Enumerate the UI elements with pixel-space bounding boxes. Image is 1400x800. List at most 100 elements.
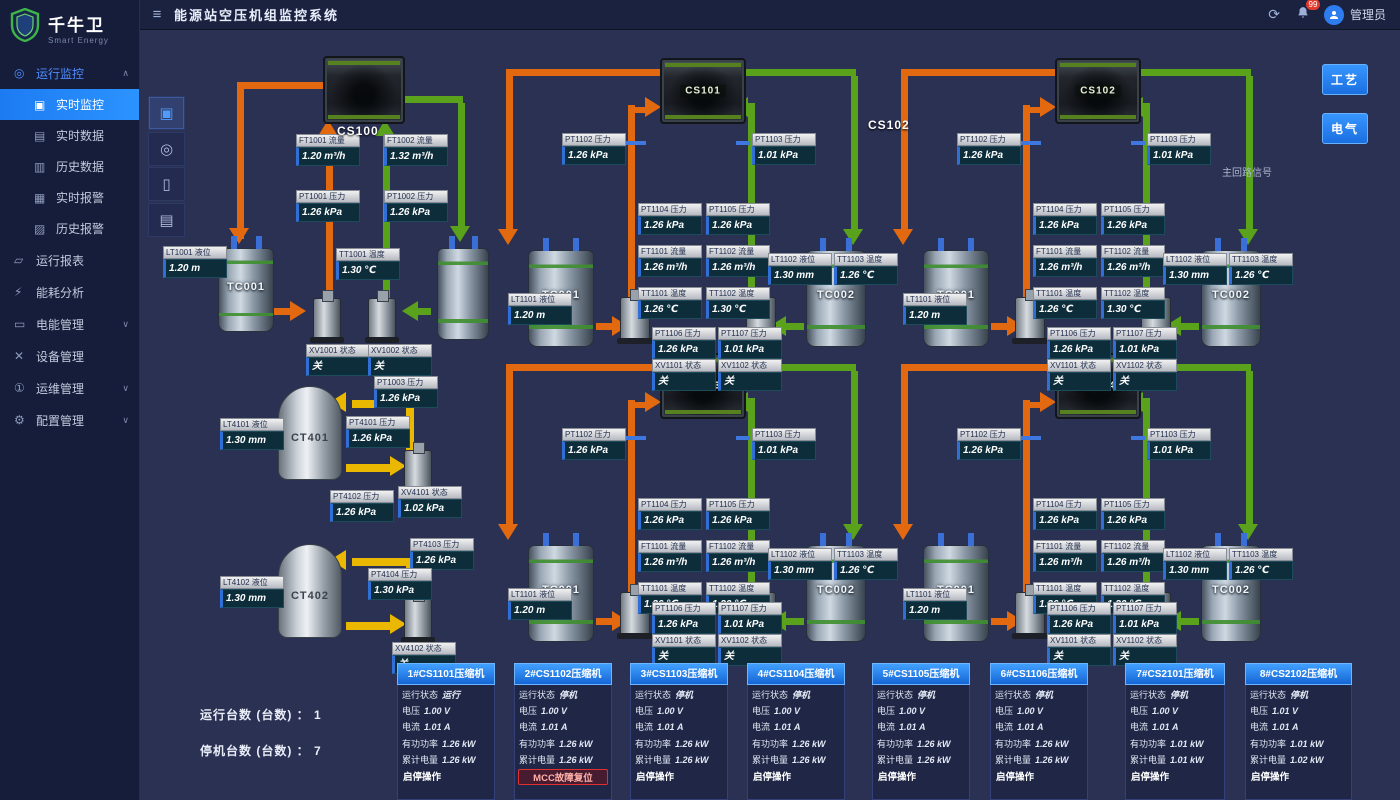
bullet-ct401[interactable]: CT401 — [278, 386, 342, 480]
sidebar-item-实时监控[interactable]: ▣实时监控 — [0, 89, 139, 120]
valve[interactable] — [368, 298, 396, 340]
view-button-电气[interactable]: 电气 — [1322, 113, 1368, 144]
start-stop-button[interactable]: 启停操作 — [401, 769, 491, 783]
tool-compressor-button[interactable]: ◎ — [148, 132, 185, 166]
panel-row-value: 1.01 A — [1152, 722, 1179, 732]
instrument-label: PT1105 压力1.26 kPa — [1101, 203, 1165, 235]
compressor[interactable] — [323, 56, 405, 124]
valve[interactable] — [404, 598, 432, 640]
instrument-tag: PT4103 压力 — [410, 538, 474, 551]
avatar[interactable] — [1324, 5, 1344, 25]
flow-arrow — [402, 301, 418, 321]
sidebar-item-label: 设备管理 — [36, 348, 84, 365]
view-button-工艺[interactable]: 工艺 — [1322, 64, 1368, 95]
instrument-tag: TT1001 温度 — [336, 248, 400, 261]
compressor-cs102[interactable]: CS102 — [1055, 58, 1141, 124]
instrument-label: PT1002 压力1.26 kPa — [384, 190, 448, 222]
panel-row: 电压1.00 V — [748, 703, 844, 719]
instrument-value: 1.26 kPa — [1033, 511, 1097, 530]
tool-tank-button[interactable]: ▤ — [148, 203, 185, 237]
panel-row-value: 1.01 A — [774, 722, 801, 732]
equipment-label: TC002 — [817, 289, 855, 301]
instrument-value: 1.30 mm — [768, 266, 832, 285]
panel-row-value: 1.01 A — [1017, 722, 1044, 732]
sidebar-item-历史报警[interactable]: ▨历史报警 — [0, 213, 139, 244]
instrument-value: 关 — [1047, 372, 1111, 391]
sidebar-item-运行监控[interactable]: ◎运行监控∧ — [0, 57, 139, 89]
panel-row-value: 1.01 V — [1272, 706, 1298, 716]
sidebar-item-能耗分析[interactable]: ⚡能耗分析 — [0, 276, 139, 308]
panel-title[interactable]: 4#CS1104压缩机 — [747, 663, 845, 685]
bullet-ct402[interactable]: CT402 — [278, 544, 342, 638]
compressor-cs101[interactable]: CS101 — [660, 58, 746, 124]
panel-title[interactable]: 6#CS1106压缩机 — [990, 663, 1088, 685]
panel-title[interactable]: 8#CS2102压缩机 — [1245, 663, 1352, 685]
start-stop-button[interactable]: 启停操作 — [994, 769, 1084, 783]
instrument-tag: PT1105 压力 — [1101, 203, 1165, 216]
instrument-tag: PT1102 压力 — [562, 133, 626, 146]
logo: 千牛卫 Smart Energy — [0, 0, 139, 57]
menu-toggle-icon[interactable]: ≡ — [140, 6, 174, 23]
instrument-tag: PT1106 压力 — [1047, 602, 1111, 615]
instrument-label: PT1105 压力1.26 kPa — [706, 498, 770, 530]
pipe-segment — [458, 103, 465, 233]
flow-arrow — [1040, 392, 1056, 412]
tank[interactable] — [437, 248, 489, 340]
notification-badge: 99 — [1306, 0, 1320, 10]
panel-row: 电压1.00 V — [991, 703, 1087, 719]
panel-row-value: 1.00 V — [899, 706, 925, 716]
start-stop-button[interactable]: 启停操作 — [751, 769, 841, 783]
fault-reset-button[interactable]: MCC故障复位 — [518, 769, 608, 785]
power-icon: ▭ — [14, 317, 36, 331]
instrument-value: 1.26 kPa — [1047, 615, 1111, 634]
panel-title[interactable]: 3#CS1103压缩机 — [630, 663, 728, 685]
start-stop-button[interactable]: 启停操作 — [634, 769, 724, 783]
equipment-label: TC001 — [227, 281, 265, 293]
sidebar-item-设备管理[interactable]: ✕设备管理 — [0, 340, 139, 372]
sidebar-item-label: 运维管理 — [36, 380, 84, 397]
instrument-tag: PT1103 压力 — [752, 428, 816, 441]
instrument-tag: PT1106 压力 — [1047, 327, 1111, 340]
instrument-value: 1.26 ℃ — [1033, 300, 1097, 319]
sidebar-item-历史数据[interactable]: ▥历史数据 — [0, 151, 139, 182]
sidebar-item-运维管理[interactable]: ①运维管理∨ — [0, 372, 139, 404]
panel-row-value: 1.02 kW — [1290, 755, 1324, 765]
instrument-tag: TT1101 温度 — [638, 287, 702, 300]
instrument-tag: XV1102 状态 — [718, 634, 782, 647]
instrument-label: PT1102 压力1.26 kPa — [562, 428, 626, 460]
instrument-tag: FT1101 流量 — [1033, 245, 1097, 258]
panel-row: 累计电量1.26 kW — [991, 752, 1087, 768]
sidebar-item-电能管理[interactable]: ▭电能管理∨ — [0, 308, 139, 340]
instrument-tag: XV1001 状态 — [306, 344, 370, 357]
tool-overview-button[interactable]: ▣ — [148, 96, 185, 130]
panel-title[interactable]: 2#CS1102压缩机 — [514, 663, 612, 685]
instrument-value: 关 — [652, 372, 716, 391]
bell-icon[interactable]: 99 — [1296, 6, 1310, 23]
panel-title[interactable]: 7#CS2101压缩机 — [1125, 663, 1225, 685]
tool-valve-button[interactable]: ▯ — [148, 167, 185, 201]
start-stop-button[interactable]: 启停操作 — [876, 769, 966, 783]
instrument-tag: TT1101 温度 — [1033, 582, 1097, 595]
panel-row: 电压1.00 V — [873, 703, 969, 719]
panel-title[interactable]: 1#CS1101压缩机 — [397, 663, 495, 685]
panel-title[interactable]: 5#CS1105压缩机 — [872, 663, 970, 685]
instrument-value: 1.26 kPa — [1101, 216, 1165, 235]
valve[interactable] — [313, 298, 341, 340]
start-stop-button[interactable]: 启停操作 — [1129, 769, 1221, 783]
instrument-tag: FT1101 流量 — [638, 540, 702, 553]
sidebar-item-运行报表[interactable]: ▱运行报表 — [0, 244, 139, 276]
user-name[interactable]: 管理员 — [1350, 6, 1386, 23]
sidebar-item-配置管理[interactable]: ⚙配置管理∨ — [0, 404, 139, 436]
start-stop-button[interactable]: 启停操作 — [1249, 769, 1348, 783]
panel-row: 有功功率1.26 kW — [991, 736, 1087, 752]
sidebar-item-label: 能耗分析 — [36, 284, 84, 301]
panel-row-value: 运行 — [442, 690, 460, 700]
refresh-icon[interactable]: ⟳ — [1268, 6, 1280, 23]
panel-row: 电流1.01 A — [631, 719, 727, 735]
sidebar-item-实时数据[interactable]: ▤实时数据 — [0, 120, 139, 151]
panel-row: 有功功率1.26 kW — [748, 736, 844, 752]
instrument-tag: PT1107 压力 — [1113, 602, 1177, 615]
instrument-value: 1.26 kPa — [638, 511, 702, 530]
flow-arrow — [498, 524, 518, 540]
sidebar-item-实时报警[interactable]: ▦实时报警 — [0, 182, 139, 213]
